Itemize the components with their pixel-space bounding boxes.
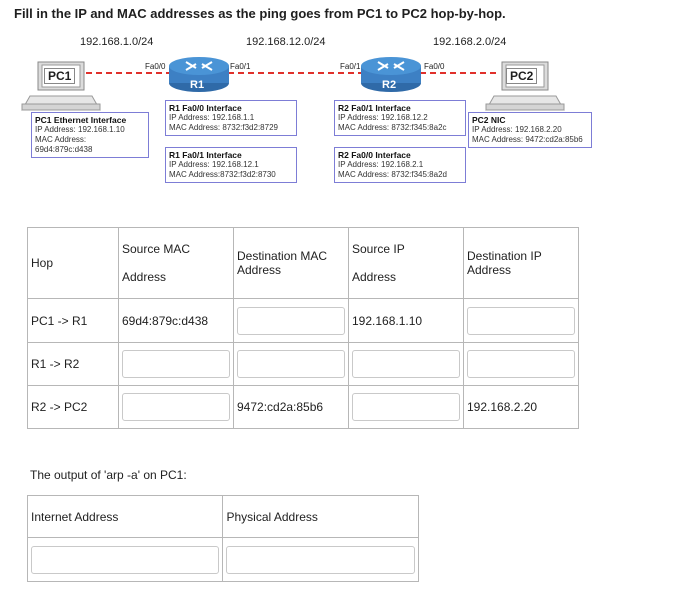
dst-ip-cell	[463, 298, 579, 343]
arp-internet-input[interactable]	[31, 545, 220, 574]
header-hop-text: Hop	[31, 256, 54, 270]
dst-mac-input[interactable]	[237, 350, 345, 378]
r1-fa01-ip: IP Address: 192.168.12.1	[169, 160, 259, 169]
r2-port-fa01: Fa0/1	[340, 62, 361, 71]
pc2-info-box: PC2 NIC IP Address: 192.168.2.20 MAC Add…	[468, 112, 592, 148]
pc2-info-title: PC2 NIC	[472, 115, 506, 125]
src-ip-cell: 192.168.1.10	[348, 298, 464, 343]
pc1-info-box: PC1 Ethernet Interface IP Address: 192.1…	[31, 112, 149, 158]
network-label-1: 192.168.1.0/24	[80, 36, 154, 48]
r1-fa01-info-box: R1 Fa0/1 Interface IP Address: 192.168.1…	[165, 147, 297, 183]
dst-mac-cell	[233, 342, 349, 386]
r1-fa00-ip: IP Address: 192.168.1.1	[169, 113, 255, 122]
r2-fa01-info-box: R2 Fa0/1 Interface IP Address: 192.168.1…	[334, 100, 466, 136]
r2-fa00-info-box: R2 Fa0/0 Interface IP Address: 192.168.2…	[334, 147, 466, 183]
dst-mac-input[interactable]	[237, 306, 345, 335]
dst-mac-cell: 9472:cd2a:85b6	[233, 385, 349, 429]
header-source-ip-line1: Source IP	[352, 242, 405, 256]
r1-port-fa01: Fa0/1	[230, 62, 251, 71]
header-destination-ip-line1: Destination IP	[467, 249, 542, 263]
arp-internet-cell	[26, 537, 224, 582]
pc2-label: PC2	[506, 68, 538, 84]
pc1-label: PC1	[44, 68, 76, 84]
arp-physical-cell	[222, 537, 419, 582]
r1-label: R1	[190, 79, 205, 91]
r2-fa01-ip: IP Address: 192.168.12.2	[338, 113, 428, 122]
header-destination-ip-line2: Address	[467, 263, 512, 277]
r1-fa00-mac: MAC Address: 8732:f3d2:8729	[169, 123, 278, 132]
hop-table: Hop Source MAC Address Destination MAC A…	[27, 227, 579, 429]
dst-ip-cell: 192.168.2.20	[463, 385, 579, 429]
src-ip-cell	[348, 342, 464, 386]
r2-fa01-title: R2 Fa0/1 Interface	[338, 103, 411, 113]
pc1-info-title: PC1 Ethernet Interface	[35, 115, 127, 125]
arp-header-internet-address: Internet Address	[26, 495, 224, 538]
r1-fa01-title: R1 Fa0/1 Interface	[169, 150, 242, 160]
r1-fa01-mac: MAC Address:8732:f3d2:8730	[169, 170, 276, 179]
header-source-mac-line1: Source MAC	[122, 242, 191, 256]
r1-fa00-info-box: R1 Fa0/0 Interface IP Address: 192.168.1…	[165, 100, 297, 136]
r2-fa01-mac: MAC Address: 8732:f345:8a2c	[338, 123, 447, 132]
header-source-mac: Source MAC Address	[118, 227, 234, 299]
r2-fa00-title: R2 Fa0/0 Interface	[338, 150, 411, 160]
src-mac-cell	[118, 385, 234, 429]
hop-cell: R1 -> R2	[27, 342, 119, 386]
dst-mac-cell	[233, 298, 349, 343]
src-mac-input[interactable]	[122, 350, 230, 378]
pc1-mac: MAC Address: 69d4:879c:d438	[35, 135, 93, 154]
r1-port-fa00: Fa0/0	[145, 62, 166, 71]
dst-ip-input[interactable]	[467, 306, 575, 335]
table-row	[26, 537, 419, 582]
network-label-12: 192.168.12.0/24	[246, 36, 326, 48]
r2-label: R2	[382, 79, 397, 91]
arp-physical-input[interactable]	[226, 545, 415, 574]
header-destination-mac: Destination MAC Address	[233, 227, 349, 299]
hop-table-header-row: Hop Source MAC Address Destination MAC A…	[27, 227, 579, 299]
src-ip-cell	[348, 385, 464, 429]
table-row: PC1 -> R1 69d4:879c:d438 192.168.1.10	[27, 298, 579, 343]
r2-fa00-mac: MAC Address: 8732:f345:8a2d	[338, 170, 447, 179]
header-destination-ip: Destination IP Address	[463, 227, 579, 299]
pc2-mac: MAC Address: 9472:cd2a:85b6	[472, 135, 583, 144]
arp-caption: The output of 'arp -a' on PC1:	[30, 468, 187, 482]
hop-cell: R2 -> PC2	[27, 385, 119, 429]
header-source-ip-line2: Address	[352, 270, 397, 284]
src-mac-cell: 69d4:879c:d438	[118, 298, 234, 343]
table-row: R2 -> PC2 9472:cd2a:85b6 192.168.2.20	[27, 385, 579, 429]
src-ip-input[interactable]	[352, 350, 460, 378]
header-destination-mac-line2: Address	[237, 263, 282, 277]
dst-ip-cell	[463, 342, 579, 386]
arp-table: Internet Address Physical Address	[26, 495, 419, 582]
table-row: R1 -> R2	[27, 342, 579, 386]
arp-header-physical-address: Physical Address	[222, 495, 419, 538]
r2-fa00-ip: IP Address: 192.168.2.1	[338, 160, 424, 169]
arp-table-header-row: Internet Address Physical Address	[26, 495, 419, 538]
r2-port-fa00: Fa0/0	[424, 62, 445, 71]
pc1-ip: IP Address: 192.168.1.10	[35, 125, 125, 134]
header-destination-mac-line1: Destination MAC	[237, 249, 328, 263]
pc2-ip: IP Address: 192.168.2.20	[472, 125, 562, 134]
hop-cell: PC1 -> R1	[27, 298, 119, 343]
dst-ip-input[interactable]	[467, 350, 575, 378]
header-hop: Hop	[27, 227, 119, 299]
r1-fa00-title: R1 Fa0/0 Interface	[169, 103, 242, 113]
header-source-ip: Source IP Address	[348, 227, 464, 299]
src-mac-input[interactable]	[122, 393, 230, 421]
src-ip-input[interactable]	[352, 393, 460, 421]
src-mac-cell	[118, 342, 234, 386]
network-label-2: 192.168.2.0/24	[433, 36, 507, 48]
header-source-mac-line2: Address	[122, 270, 167, 284]
